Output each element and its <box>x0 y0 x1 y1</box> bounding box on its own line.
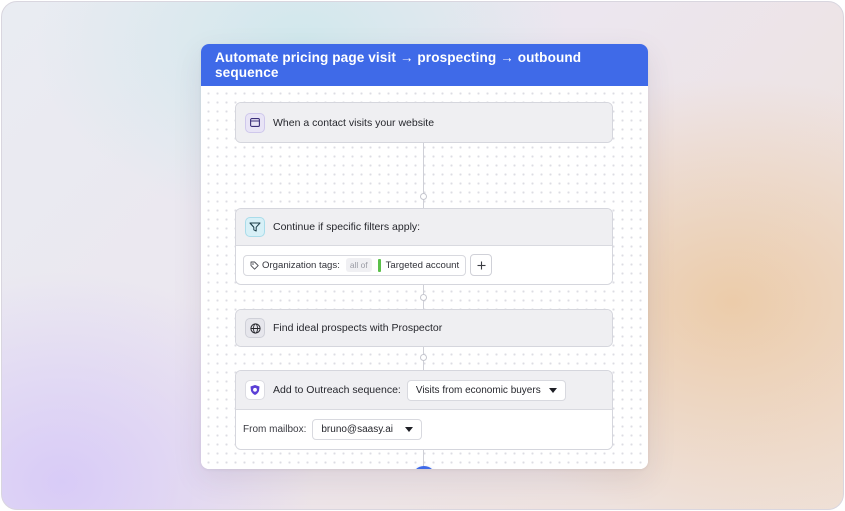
plus-icon <box>477 261 486 269</box>
sequence-select[interactable]: Visits from economic buyers <box>406 379 566 401</box>
outreach-logo-icon <box>245 380 265 400</box>
tag-color-marker <box>377 258 381 272</box>
outreach-step-label: Add to Outreach sequence: <box>273 384 401 396</box>
workflow-title: Automate pricing page visit → prospectin… <box>201 44 648 86</box>
outreach-step-card[interactable]: Add to Outreach sequence: Visits from ec… <box>235 370 613 450</box>
add-filter-button[interactable] <box>470 254 493 276</box>
workflow-card: Automate pricing page visit → prospectin… <box>201 44 648 469</box>
organization-tags-filter-chip[interactable]: Organization tags: all of Targeted accou… <box>243 254 467 276</box>
tag-icon <box>250 261 259 270</box>
match-mode-badge[interactable]: all of <box>345 258 372 272</box>
connector-dot <box>420 193 427 200</box>
tag-value: Targeted account <box>385 259 460 271</box>
sequence-select-value: Visits from economic buyers <box>415 384 541 396</box>
caret-down-icon <box>405 427 414 432</box>
prospector-step-card[interactable]: Find ideal prospects with Prospector <box>235 309 613 347</box>
mailbox-select-value: bruno@saasy.ai <box>321 424 394 435</box>
mailbox-label: From mailbox: <box>243 424 307 435</box>
filter-step-label: Continue if specific filters apply: <box>273 221 421 233</box>
organization-tags-label: Organization tags: <box>262 259 340 271</box>
connector-dot <box>420 294 427 301</box>
browser-window-icon <box>245 112 265 133</box>
filter-step-card[interactable]: Continue if specific filters apply: Orga… <box>235 208 613 285</box>
filter-funnel-icon <box>245 217 265 237</box>
globe-icon <box>245 318 265 338</box>
trigger-step-card[interactable]: When a contact visits your website <box>235 102 613 143</box>
add-step-button[interactable] <box>412 466 436 469</box>
connector-line <box>423 448 424 468</box>
caret-down-icon <box>548 387 557 393</box>
background-frame: Automate pricing page visit → prospectin… <box>1 1 844 510</box>
connector-dot <box>420 354 427 361</box>
mailbox-select[interactable]: bruno@saasy.ai <box>312 419 423 440</box>
prospector-step-label: Find ideal prospects with Prospector <box>273 322 443 334</box>
trigger-step-label: When a contact visits your website <box>273 116 435 129</box>
workflow-canvas: When a contact visits your website Conti… <box>201 86 648 469</box>
